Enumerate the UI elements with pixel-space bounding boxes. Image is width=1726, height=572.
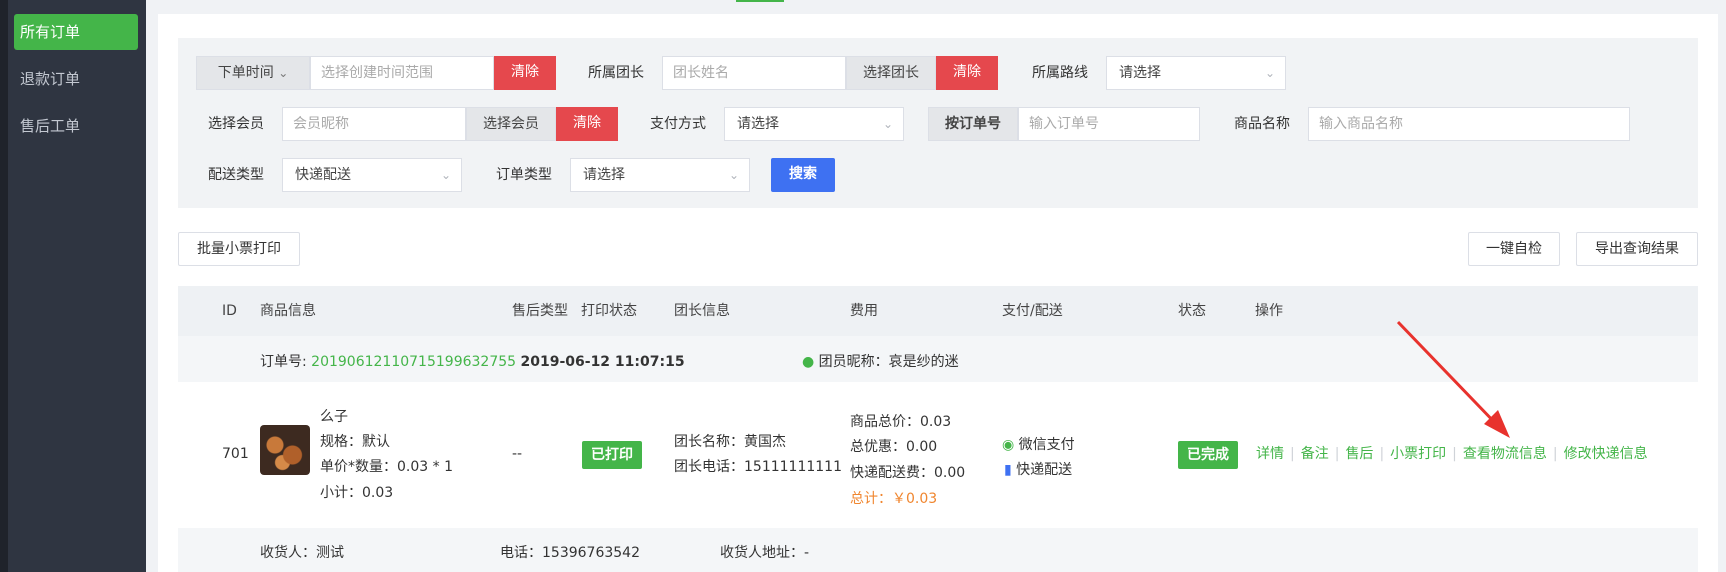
divider: | xyxy=(1552,446,1558,462)
product-price-qty: 单价*数量：0.03 * 1 xyxy=(320,459,453,475)
delivery-type-select-value: 快递配送 xyxy=(295,167,351,183)
col-status: 状态 xyxy=(1178,303,1206,319)
export-button[interactable]: 导出查询结果 xyxy=(1576,232,1698,266)
wechat-icon: ◉ xyxy=(1002,437,1015,453)
order-type-label: 订单类型 xyxy=(496,167,552,183)
chevron-down-icon: ⌄ xyxy=(278,66,289,80)
aftersale-link[interactable]: 售后 xyxy=(1345,446,1373,462)
col-leader: 团长信息 xyxy=(674,303,730,319)
payment-select[interactable]: 请选择 ⌄ xyxy=(724,107,904,141)
delivery-type-label: 配送类型 xyxy=(208,167,264,183)
clear-leader-button[interactable]: 清除 xyxy=(936,56,998,90)
col-id: ID xyxy=(222,303,237,319)
payment-select-value: 请选择 xyxy=(737,116,779,132)
shipping-info-bar xyxy=(178,528,1698,572)
receiver-phone: 电话：15396763542 xyxy=(500,545,640,561)
delivery-method: ▮ 快递配送 xyxy=(1004,459,1072,479)
payment-method-text: 微信支付 xyxy=(1018,437,1075,453)
leader-label: 所属团长 xyxy=(588,65,644,81)
sidebar: 所有订单 退款订单 售后工单 xyxy=(0,0,146,572)
product-image xyxy=(260,425,310,475)
col-fees: 费用 xyxy=(850,303,878,319)
date-range-input[interactable]: 选择创建时间范围 xyxy=(310,56,494,90)
divider: | xyxy=(1334,446,1340,462)
payment-method: ◉ 微信支付 xyxy=(1002,434,1075,454)
order-no-input[interactable]: 输入订单号 xyxy=(1018,107,1200,141)
col-aftersale: 售后类型 xyxy=(512,303,568,319)
view-logistics-link[interactable]: 查看物流信息 xyxy=(1463,446,1547,462)
leader-name-input[interactable]: 团长姓名 xyxy=(662,56,846,90)
chevron-down-icon: ⌄ xyxy=(440,168,451,182)
order-time-select-label: 下单时间 xyxy=(217,65,274,81)
member-nickname-text: 团员昵称：哀是纱的迷 xyxy=(818,354,959,370)
order-no-label-button[interactable]: 按订单号 xyxy=(928,107,1018,141)
receiver-address: 收货人地址：- xyxy=(720,545,810,561)
product-spec: 规格：默认 xyxy=(320,434,390,450)
shipping-fee: 快递配送费：0.00 xyxy=(850,465,966,481)
payment-label: 支付方式 xyxy=(650,116,706,132)
leader-name: 团长名称：黄国杰 xyxy=(674,434,786,450)
order-no-label: 订单号: xyxy=(260,354,312,370)
product-name: 么子 xyxy=(320,409,348,425)
edit-express-link[interactable]: 修改快递信息 xyxy=(1564,446,1648,462)
col-pay-delivery: 支付/配送 xyxy=(1002,303,1063,319)
user-icon: ● xyxy=(802,354,815,370)
remark-link[interactable]: 备注 xyxy=(1301,446,1329,462)
chevron-down-icon: ⌄ xyxy=(728,168,739,182)
order-type-select[interactable]: 请选择 ⌄ xyxy=(570,158,750,192)
order-type-select-value: 请选择 xyxy=(583,167,625,183)
detail-link[interactable]: 详情 xyxy=(1256,446,1284,462)
select-leader-button[interactable]: 选择团长 xyxy=(846,56,936,90)
print-receipt-link[interactable]: 小票打印 xyxy=(1390,446,1446,462)
route-select[interactable]: 请选择 ⌄ xyxy=(1106,56,1286,90)
order-id: 701 xyxy=(222,446,249,462)
aftersale-type: -- xyxy=(512,446,523,462)
order-datetime: 2019-06-12 11:07:15 xyxy=(520,354,685,370)
member-nickname: ● 团员昵称：哀是纱的迷 xyxy=(802,351,959,371)
chevron-down-icon: ⌄ xyxy=(1264,66,1275,80)
delivery-type-select[interactable]: 快递配送 ⌄ xyxy=(282,158,462,192)
col-print-status: 打印状态 xyxy=(581,303,637,319)
divider: | xyxy=(1452,446,1457,462)
col-actions: 操作 xyxy=(1255,303,1283,319)
member-label: 选择会员 xyxy=(208,116,264,132)
divider: | xyxy=(1290,446,1295,462)
divider: | xyxy=(1379,446,1385,462)
product-name-input[interactable]: 输入商品名称 xyxy=(1308,107,1630,141)
order-time-select[interactable]: 下单时间 ⌄ xyxy=(196,56,310,90)
search-button[interactable]: 搜索 xyxy=(771,158,835,192)
order-status-badge: 已完成 xyxy=(1178,441,1238,469)
order-no-link[interactable]: 20190612110715199632755 xyxy=(311,354,516,370)
clear-date-button[interactable]: 清除 xyxy=(494,56,556,90)
select-member-button[interactable]: 选择会员 xyxy=(466,107,556,141)
col-product: 商品信息 xyxy=(260,303,316,319)
clear-member-button[interactable]: 清除 xyxy=(556,107,618,141)
total-discount: 总优惠：0.00 xyxy=(850,439,938,455)
goods-total: 商品总价：0.03 xyxy=(850,414,952,430)
print-status-badge: 已打印 xyxy=(582,441,642,469)
leader-phone: 团长电话：15111111111 xyxy=(674,459,842,475)
chevron-down-icon: ⌄ xyxy=(882,117,893,131)
product-name-label: 商品名称 xyxy=(1234,116,1290,132)
sidebar-edge xyxy=(0,0,8,572)
sidebar-item-aftersale-tickets[interactable]: 售后工单 xyxy=(14,108,138,144)
product-subtotal: 小计：0.03 xyxy=(320,485,394,501)
batch-print-button[interactable]: 批量小票打印 xyxy=(178,232,300,266)
truck-icon: ▮ xyxy=(1004,462,1012,478)
delivery-method-text: 快递配送 xyxy=(1016,462,1073,478)
row-actions: 详情 | 备注 | 售后 | 小票打印 | 查看物流信息 | 修改快递信息 xyxy=(1256,443,1648,463)
receiver-name: 收货人：测试 xyxy=(260,545,344,561)
table-header xyxy=(178,286,1698,336)
route-label: 所属路线 xyxy=(1032,65,1088,81)
top-tab-indicator xyxy=(736,0,784,2)
order-total: 总计：￥0.03 xyxy=(850,491,938,507)
member-nickname-input[interactable]: 会员昵称 xyxy=(282,107,466,141)
self-check-button[interactable]: 一键自检 xyxy=(1468,232,1560,266)
order-no-line: 订单号: 20190612110715199632755 2019-06-12 … xyxy=(260,351,685,371)
route-select-value: 请选择 xyxy=(1119,65,1161,81)
sidebar-item-refund-orders[interactable]: 退款订单 xyxy=(14,61,138,97)
sidebar-item-all-orders[interactable]: 所有订单 xyxy=(14,14,138,50)
